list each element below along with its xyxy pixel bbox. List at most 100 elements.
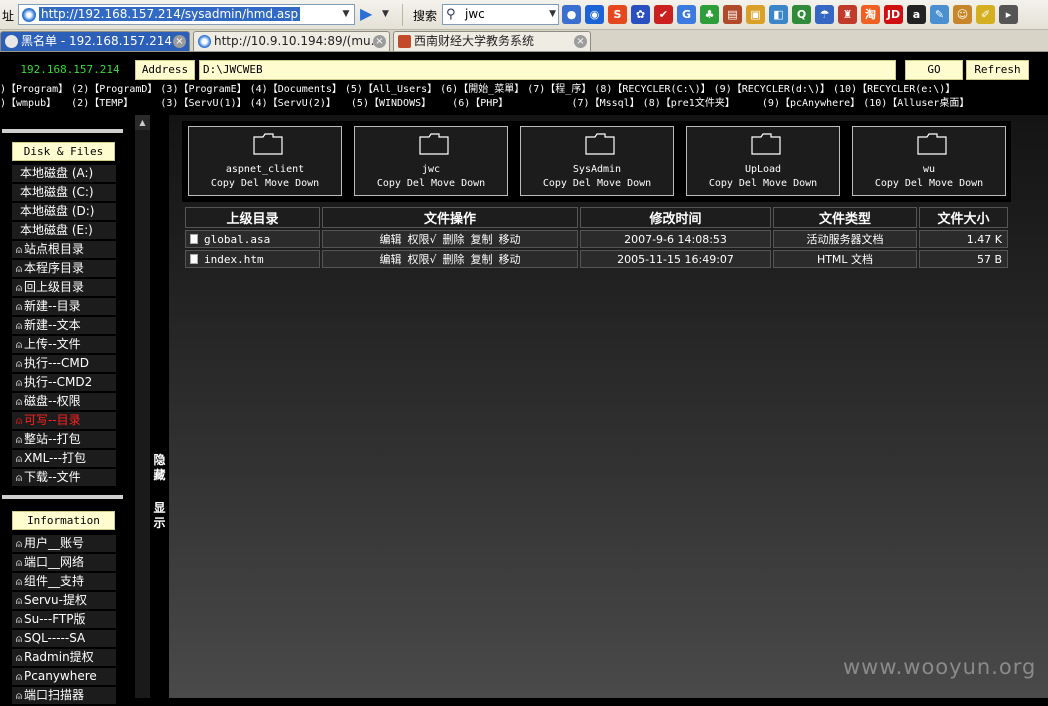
folder-card[interactable]: wu Copy Del Move Down xyxy=(852,126,1006,196)
quick-link[interactable]: (5)【WINDOWS】 xyxy=(339,98,431,109)
quick-link[interactable]: (3)【ServU(1)】 xyxy=(136,98,246,109)
folder-name[interactable]: SysAdmin xyxy=(521,164,673,176)
quick-link[interactable]: (4)【ServU(2)】 xyxy=(250,98,336,109)
file-op-link[interactable]: 复制 xyxy=(471,233,493,246)
sidebar-action[interactable]: ⍝ 磁盘--权限 xyxy=(12,393,116,410)
folder-card[interactable]: aspnet_client Copy Del Move Down xyxy=(188,126,342,196)
close-icon[interactable]: × xyxy=(574,35,587,48)
show-label-2[interactable]: 示 xyxy=(152,516,167,531)
quick-link[interactable]: )【Program】 xyxy=(0,84,68,95)
search-dropdown-icon[interactable]: ▼ xyxy=(549,6,556,23)
info-item[interactable]: ⍝ 端口扫描器 xyxy=(12,687,116,704)
info-item[interactable]: ⍝ Radmin提权 xyxy=(12,649,116,666)
file-op-link[interactable]: 移动 xyxy=(499,253,521,266)
close-icon[interactable]: × xyxy=(173,35,186,48)
file-op-link[interactable]: 删除 xyxy=(443,233,465,246)
sidebar-action[interactable]: ⍝ 执行--CMD2 xyxy=(12,374,116,391)
quick-link[interactable]: (8)【pre1文件夹】 xyxy=(643,98,735,109)
go-button[interactable]: GO xyxy=(905,60,963,80)
url-dropdown-icon[interactable]: ▼ xyxy=(339,6,353,23)
folder-name[interactable]: UpLoad xyxy=(687,164,839,176)
hide-label-2[interactable]: 藏 xyxy=(152,468,167,483)
weather-icon[interactable]: ☂ xyxy=(815,5,834,24)
tab-remote-page[interactable]: http://10.9.10.194:89/(mu... × xyxy=(193,31,390,51)
globe-icon[interactable]: ● xyxy=(562,5,581,24)
qq-icon[interactable]: Q xyxy=(792,5,811,24)
folder-card[interactable]: jwc Copy Del Move Down xyxy=(354,126,508,196)
file-op-link[interactable]: 权限√ xyxy=(407,253,436,266)
quick-link[interactable]: (4)【Documents】 xyxy=(250,84,342,95)
check-icon[interactable]: ✔ xyxy=(654,5,673,24)
file-op-link[interactable]: 权限√ xyxy=(407,233,436,246)
zoom-icon[interactable]: ◉ xyxy=(585,5,604,24)
quick-link[interactable]: (3)【ProgramE】 xyxy=(160,84,246,95)
file-op-link[interactable]: 复制 xyxy=(471,253,493,266)
sidebar-action[interactable]: ⍝ 下载--文件 xyxy=(12,469,116,486)
folder-name[interactable]: aspnet_client xyxy=(189,164,341,176)
quick-link[interactable]: (6)【PHP】 xyxy=(434,98,508,109)
quick-link[interactable]: (7)【程_序】 xyxy=(527,84,591,95)
hide-label[interactable]: 隐 xyxy=(152,453,167,468)
url-input[interactable]: http://192.168.157.214/sysadmin/hmd.asp … xyxy=(18,4,355,25)
pencil-icon[interactable]: ✐ xyxy=(976,5,995,24)
tab-academic-system[interactable]: 西南财经大学教务系统 × xyxy=(393,31,591,51)
folder-name[interactable]: jwc xyxy=(355,164,507,176)
folder-actions[interactable]: Copy Del Move Down xyxy=(687,178,839,190)
close-icon[interactable]: × xyxy=(373,35,386,48)
show-label[interactable]: 显 xyxy=(152,501,167,516)
google-icon[interactable]: G xyxy=(677,5,696,24)
refresh-button[interactable]: Refresh xyxy=(966,60,1029,80)
sidebar-action[interactable]: ⍝ 可写--目录 xyxy=(12,412,116,429)
info-item[interactable]: ⍝ 用户__账号 xyxy=(12,535,116,552)
file-name-cell[interactable]: index.htm xyxy=(185,250,320,268)
quick-link[interactable]: (10)【Alluser桌面】 xyxy=(863,98,969,109)
quick-link[interactable]: (6)【開始_菜單】 xyxy=(440,84,524,95)
baidu-icon[interactable]: ✿ xyxy=(631,5,650,24)
folder-actions[interactable]: Copy Del Move Down xyxy=(189,178,341,190)
scroll-up-icon[interactable]: ▲ xyxy=(135,115,150,130)
quick-link[interactable]: (9)【pcAnywhere】 xyxy=(738,98,860,109)
sidebar-action[interactable]: ⍝ 新建--文本 xyxy=(12,317,116,334)
quick-link[interactable]: )【wmpub】 xyxy=(0,98,56,109)
disk-item[interactable]: 本地磁盘 (C:) xyxy=(12,184,116,201)
info-item[interactable]: ⍝ 组件__支持 xyxy=(12,573,116,590)
disk-item[interactable]: 本地磁盘 (D:) xyxy=(12,203,116,220)
file-op-link[interactable]: 编辑 xyxy=(379,253,401,266)
taobao-icon[interactable]: 淘 xyxy=(861,5,880,24)
url-text[interactable]: http://192.168.157.214/sysadmin/hmd.asp xyxy=(39,7,301,21)
arrow-icon[interactable]: ▸ xyxy=(999,5,1018,24)
info-item[interactable]: ⍝ Servu-提权 xyxy=(12,592,116,609)
sidebar-action[interactable]: ⍝ XML---打包 xyxy=(12,450,116,467)
info-item[interactable]: ⍝ Pcanywhere xyxy=(12,668,116,685)
file-name[interactable]: index.htm xyxy=(204,253,264,266)
quick-link[interactable]: (9)【RECYCLER(d:\)】 xyxy=(714,84,830,95)
sidebar-action[interactable]: ⍝ 上传--文件 xyxy=(12,336,116,353)
go-dropdown-icon[interactable]: ▼ xyxy=(382,9,389,19)
disk-item[interactable]: 本地磁盘 (E:) xyxy=(12,222,116,239)
folder-actions[interactable]: Copy Del Move Down xyxy=(355,178,507,190)
shop-icon[interactable]: ♜ xyxy=(838,5,857,24)
clover-icon[interactable]: ♣ xyxy=(700,5,719,24)
quick-link[interactable]: (8)【RECYCLER(C:\)】 xyxy=(594,84,710,95)
edit-icon[interactable]: ✎ xyxy=(930,5,949,24)
info-item[interactable]: ⍝ 端口__网络 xyxy=(12,554,116,571)
quick-link[interactable]: (5)【All_Users】 xyxy=(345,84,437,95)
sidebar-action[interactable]: ⍝ 执行---CMD xyxy=(12,355,116,372)
file-op-link[interactable]: 删除 xyxy=(443,253,465,266)
sidebar-action[interactable]: ⍝ 本程序目录 xyxy=(12,260,116,277)
quick-link[interactable]: (7)【Mssql】 xyxy=(511,98,640,109)
sidebar-action[interactable]: ⍝ 回上级目录 xyxy=(12,279,116,296)
sohu-icon[interactable]: S xyxy=(608,5,627,24)
photo-icon[interactable]: ▣ xyxy=(746,5,765,24)
folder-card[interactable]: UpLoad Copy Del Move Down xyxy=(686,126,840,196)
parent-dir-link[interactable]: 上级目录 xyxy=(185,207,320,228)
file-name-cell[interactable]: global.asa xyxy=(185,230,320,248)
sidebar-action[interactable]: ⍝ 整站--打包 xyxy=(12,431,116,448)
info-item[interactable]: ⍝ Su---FTP版 xyxy=(12,611,116,628)
book-icon[interactable]: ▤ xyxy=(723,5,742,24)
search-input[interactable]: ⚲ jwc ▼ xyxy=(442,4,559,25)
folder-name[interactable]: wu xyxy=(853,164,1005,176)
file-name[interactable]: global.asa xyxy=(204,233,270,246)
image-icon[interactable]: ◧ xyxy=(769,5,788,24)
sidebar-scrollbar[interactable]: ▲ xyxy=(135,115,150,698)
